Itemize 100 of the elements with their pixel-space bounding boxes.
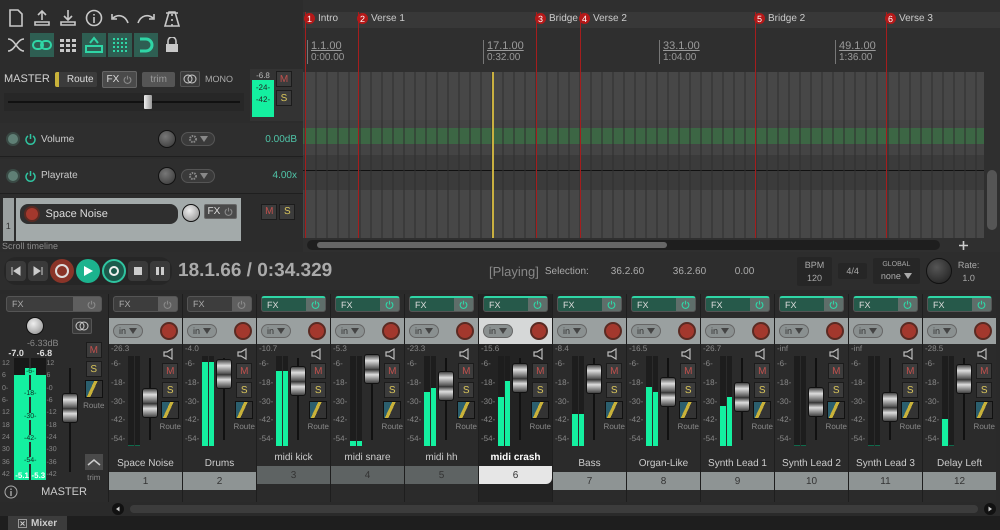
power-icon[interactable] [977, 300, 986, 309]
fader-thumb[interactable] [734, 382, 750, 412]
fx-bar[interactable]: FX [779, 296, 844, 312]
fx-bar[interactable]: FX [409, 296, 474, 312]
envelope-arm-button[interactable] [6, 168, 20, 183]
knob[interactable] [158, 166, 176, 185]
volume-fader[interactable] [62, 368, 78, 472]
power-icon[interactable] [385, 300, 394, 309]
record-arm-button[interactable] [308, 322, 326, 340]
solo-button[interactable]: S [236, 382, 252, 398]
toolbar-button[interactable] [82, 33, 106, 57]
mixer-channel[interactable]: FX in -inf -6- -18- -30- -42- -54- M S Route Synth Lead 2 10 [774, 294, 848, 502]
go-to-start-button[interactable] [6, 261, 26, 281]
mixer-channel[interactable]: FX in -26.3 -6- -18- -30- -42- -54- M S Route Space Noise 1 [108, 294, 182, 502]
fx-bar[interactable]: FX [6, 296, 102, 312]
volume-fader[interactable] [142, 358, 156, 440]
slider-thumb[interactable] [144, 95, 152, 110]
trim-button[interactable] [84, 454, 103, 470]
time-signature[interactable]: 4/4 [838, 263, 867, 279]
info-icon[interactable] [4, 485, 18, 499]
route-icon[interactable] [383, 401, 402, 419]
fx-bar[interactable]: FX [335, 296, 400, 312]
repeat-button[interactable] [102, 259, 126, 283]
fx-bar[interactable]: FX [631, 296, 696, 312]
input-dropdown[interactable]: in [853, 324, 884, 338]
fader-thumb[interactable] [290, 366, 306, 396]
pause-button[interactable] [150, 261, 170, 281]
horizontal-scrollbar[interactable] [307, 240, 940, 250]
route-icon[interactable] [827, 401, 846, 419]
route-icon[interactable] [457, 401, 476, 419]
channel-number[interactable]: 8 [627, 472, 700, 490]
volume-fader[interactable] [512, 358, 526, 440]
input-dropdown[interactable]: in [261, 324, 292, 338]
record-arm-button[interactable] [752, 322, 770, 340]
fader-thumb[interactable] [956, 364, 972, 394]
route-icon[interactable] [235, 401, 254, 419]
input-dropdown[interactable]: in [705, 324, 736, 338]
solo-button[interactable]: S [828, 382, 844, 398]
fader-thumb[interactable] [216, 359, 232, 390]
play-button[interactable] [76, 259, 100, 283]
channel-number[interactable]: 7 [553, 472, 626, 490]
solo-button[interactable]: S [902, 382, 918, 398]
mixer-tab[interactable]: Mixer [8, 516, 68, 530]
fader-thumb[interactable] [142, 388, 158, 418]
input-dropdown[interactable]: in [927, 324, 958, 338]
fx-bar[interactable]: FX [261, 296, 326, 312]
envelope-arm-button[interactable] [6, 132, 20, 146]
fx-bar[interactable]: FX [853, 296, 918, 312]
route-icon[interactable] [679, 401, 698, 419]
fader-thumb[interactable] [660, 377, 676, 408]
route-icon[interactable] [605, 401, 624, 419]
power-icon[interactable] [903, 300, 912, 309]
route-icon[interactable] [753, 401, 772, 419]
solo-button[interactable]: S [458, 382, 474, 398]
input-dropdown[interactable]: in [187, 324, 218, 338]
track-name-field[interactable]: Space Noise [20, 204, 178, 224]
volume-fader[interactable] [956, 358, 970, 440]
route-icon[interactable] [161, 401, 180, 419]
route-icon[interactable] [901, 401, 920, 419]
power-icon[interactable] [607, 300, 616, 309]
fx-button[interactable]: FX [102, 70, 138, 88]
solo-button[interactable]: S [976, 382, 992, 398]
power-icon[interactable] [829, 300, 838, 309]
record-arm-button[interactable] [900, 322, 918, 340]
zoom-in-icon[interactable] [959, 241, 968, 250]
volume-knob[interactable] [182, 204, 200, 222]
mixer-channel[interactable]: FX in -8.4 -6- -18- -30- -42- -54- M S Route Bass 7 [552, 294, 626, 502]
go-to-end-button[interactable] [28, 261, 48, 281]
stop-button[interactable] [128, 261, 148, 281]
solo-button[interactable]: S [606, 382, 622, 398]
power-icon[interactable] [681, 300, 690, 309]
record-button[interactable] [50, 259, 74, 283]
channel-number[interactable]: 11 [849, 472, 922, 490]
solo-button[interactable]: S [680, 382, 696, 398]
mixer-channel[interactable]: FX in -26.7 -6- -18- -30- -42- -54- M S Route Synth Lead 1 9 [700, 294, 774, 502]
fader-thumb[interactable] [808, 387, 824, 418]
power-icon[interactable] [533, 300, 542, 309]
fx-bar[interactable]: FX [927, 296, 992, 312]
envelope-settings-button[interactable] [181, 168, 215, 183]
record-arm-button[interactable] [826, 322, 844, 340]
channel-number[interactable]: 10 [775, 472, 848, 490]
power-icon[interactable] [755, 300, 764, 309]
volume-slider[interactable] [4, 93, 244, 112]
fader-thumb[interactable] [882, 392, 898, 422]
power-icon[interactable] [459, 300, 468, 309]
marker-name[interactable]: Intro [318, 13, 338, 24]
marker-name[interactable]: Verse 1 [371, 13, 405, 24]
power-icon[interactable] [25, 170, 36, 182]
record-arm-button[interactable] [678, 322, 696, 340]
fader-thumb[interactable] [62, 392, 78, 423]
route-icon[interactable] [84, 380, 103, 398]
route-icon[interactable] [975, 401, 994, 419]
input-dropdown[interactable]: in [483, 324, 514, 338]
record-arm-button[interactable] [974, 322, 992, 340]
volume-fader[interactable] [290, 358, 304, 440]
marker-name[interactable]: Bridge [549, 13, 578, 24]
channel-number[interactable]: 2 [183, 472, 256, 490]
mixer-channel[interactable]: FX in -4.0 -6- -18- -30- -42- -54- M S Route Drums 2 [182, 294, 256, 502]
volume-fader[interactable] [438, 358, 452, 440]
fader-thumb[interactable] [512, 362, 528, 393]
